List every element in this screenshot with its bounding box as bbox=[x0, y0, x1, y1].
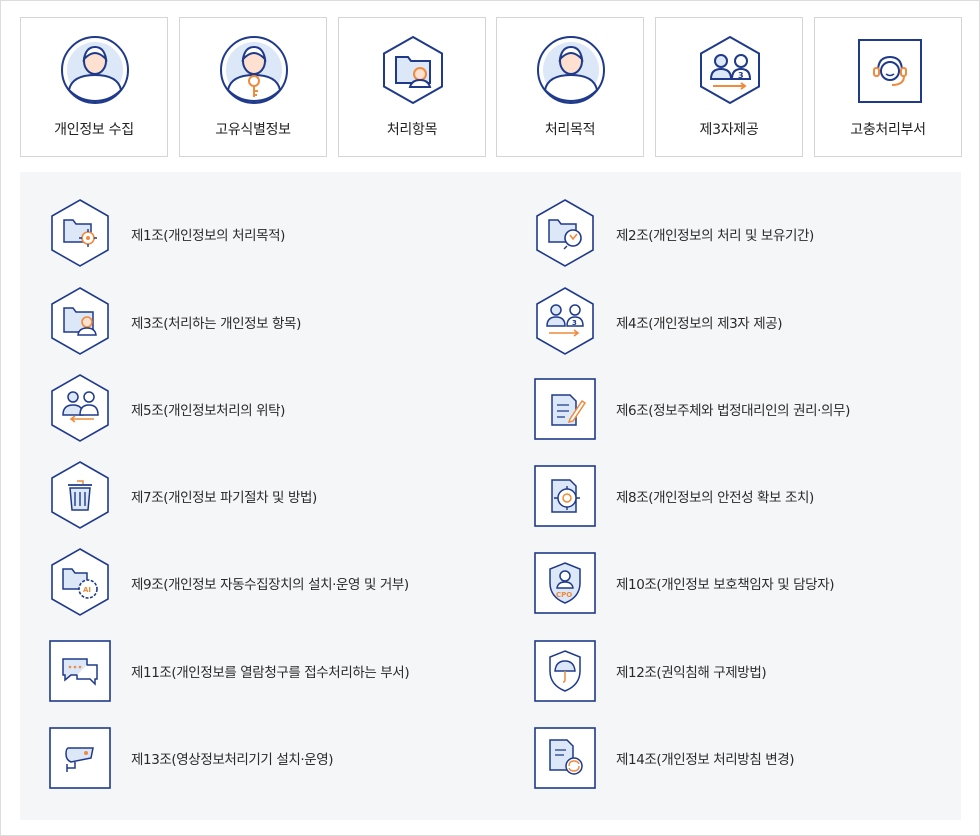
card-unique-id-info[interactable]: 고유식별정보 bbox=[179, 17, 327, 157]
person-circle-icon bbox=[60, 35, 130, 105]
article-link-12[interactable]: 제12조(권익침해 구제방법) bbox=[534, 635, 954, 705]
folder-person-icon bbox=[49, 286, 111, 356]
svg-text:CPO: CPO bbox=[556, 591, 572, 599]
card-label: 제3자제공 bbox=[699, 122, 759, 138]
article-title: 제5조(개인정보처리의 위탁) bbox=[131, 403, 286, 419]
article-link-13[interactable]: 제13조(영상정보처리기기 설치·운영) bbox=[49, 722, 469, 792]
article-link-11[interactable]: 제11조(개인정보를 열람청구를 접수처리하는 부서) bbox=[49, 635, 469, 705]
chat-bubbles-icon bbox=[49, 635, 111, 705]
consignment-icon bbox=[49, 373, 111, 443]
article-link-1[interactable]: 제1조(개인정보의 처리목적) bbox=[49, 198, 469, 268]
article-title: 제1조(개인정보의 처리목적) bbox=[131, 228, 286, 244]
card-label: 고유식별정보 bbox=[215, 122, 291, 138]
article-link-5[interactable]: 제5조(개인정보처리의 위탁) bbox=[49, 373, 469, 443]
article-title: 제2조(개인정보의 처리 및 보유기간) bbox=[616, 228, 814, 244]
article-link-7[interactable]: 제7조(개인정보 파기절차 및 방법) bbox=[49, 460, 469, 530]
article-link-9[interactable]: AI 제9조(개인정보 자동수집장치의 설치·운영 및 거부) bbox=[49, 547, 469, 617]
article-title: 제10조(개인정보 보호책임자 및 담당자) bbox=[616, 577, 835, 593]
article-title: 제6조(정보주체와 법정대리인의 권리·의무) bbox=[616, 403, 850, 419]
person-circle-icon bbox=[536, 35, 606, 105]
card-personal-info-collection[interactable]: 개인정보 수집 bbox=[20, 17, 168, 157]
card-label: 고충처리부서 bbox=[850, 122, 926, 138]
document-pen-icon bbox=[534, 373, 596, 443]
article-title: 제9조(개인정보 자동수집장치의 설치·운영 및 거부) bbox=[131, 577, 409, 593]
card-third-party-provision[interactable]: 3 제3자제공 bbox=[655, 17, 803, 157]
card-processing-items[interactable]: 처리항목 bbox=[338, 17, 486, 157]
article-link-3[interactable]: 제3조(처리하는 개인정보 항목) bbox=[49, 286, 469, 356]
article-title: 제11조(개인정보를 열람청구를 접수처리하는 부서) bbox=[131, 665, 410, 681]
card-processing-purpose[interactable]: 처리목적 bbox=[496, 17, 644, 157]
cctv-camera-icon bbox=[49, 722, 111, 792]
card-complaint-department[interactable]: 고충처리부서 bbox=[814, 17, 962, 157]
article-title: 제7조(개인정보 파기절차 및 방법) bbox=[131, 490, 317, 506]
folder-clock-icon bbox=[534, 198, 596, 268]
card-label: 처리목적 bbox=[544, 122, 596, 138]
folder-target-icon bbox=[49, 198, 111, 268]
svg-text:AI: AI bbox=[83, 586, 91, 594]
article-link-2[interactable]: 제2조(개인정보의 처리 및 보유기간) bbox=[534, 198, 954, 268]
article-link-4[interactable]: 3 제4조(개인정보의 제3자 제공) bbox=[534, 286, 954, 356]
article-title: 제13조(영상정보처리기기 설치·운영) bbox=[131, 752, 334, 768]
umbrella-shield-icon bbox=[534, 635, 596, 705]
article-title: 제4조(개인정보의 제3자 제공) bbox=[616, 316, 783, 332]
folder-ai-gear-icon: AI bbox=[49, 547, 111, 617]
summary-cards: 개인정보 수집 고유식별정보 처리항목 처리목적 3 제3자제공 고충처리부서 bbox=[20, 17, 962, 157]
person-key-icon bbox=[219, 35, 289, 105]
article-title: 제12조(권익침해 구제방법) bbox=[616, 665, 767, 681]
article-link-14[interactable]: 제14조(개인정보 처리방침 변경) bbox=[534, 722, 954, 792]
svg-text:3: 3 bbox=[738, 71, 744, 80]
article-title: 제14조(개인정보 처리방침 변경) bbox=[616, 752, 795, 768]
article-title: 제8조(개인정보의 안전성 확보 조치) bbox=[616, 490, 814, 506]
document-shield-icon bbox=[534, 460, 596, 530]
document-refresh-icon bbox=[534, 722, 596, 792]
article-link-8[interactable]: 제8조(개인정보의 안전성 확보 조치) bbox=[534, 460, 954, 530]
card-label: 처리항목 bbox=[386, 122, 438, 138]
svg-text:3: 3 bbox=[572, 319, 577, 327]
article-title: 제3조(처리하는 개인정보 항목) bbox=[131, 316, 301, 332]
trash-icon bbox=[49, 460, 111, 530]
article-link-6[interactable]: 제6조(정보주체와 법정대리인의 권리·의무) bbox=[534, 373, 954, 443]
card-label: 개인정보 수집 bbox=[54, 122, 134, 138]
headset-square-icon bbox=[854, 35, 924, 105]
cpo-shield-icon: CPO bbox=[534, 547, 596, 617]
third-party-hexagon-icon: 3 bbox=[695, 35, 765, 105]
article-link-10[interactable]: CPO 제10조(개인정보 보호책임자 및 담당자) bbox=[534, 547, 954, 617]
third-party-icon: 3 bbox=[534, 286, 596, 356]
folder-person-hexagon-icon bbox=[378, 35, 448, 105]
article-list-panel: 제1조(개인정보의 처리목적) 제2조(개인정보의 처리 및 보유기간) 제3조… bbox=[20, 172, 961, 820]
